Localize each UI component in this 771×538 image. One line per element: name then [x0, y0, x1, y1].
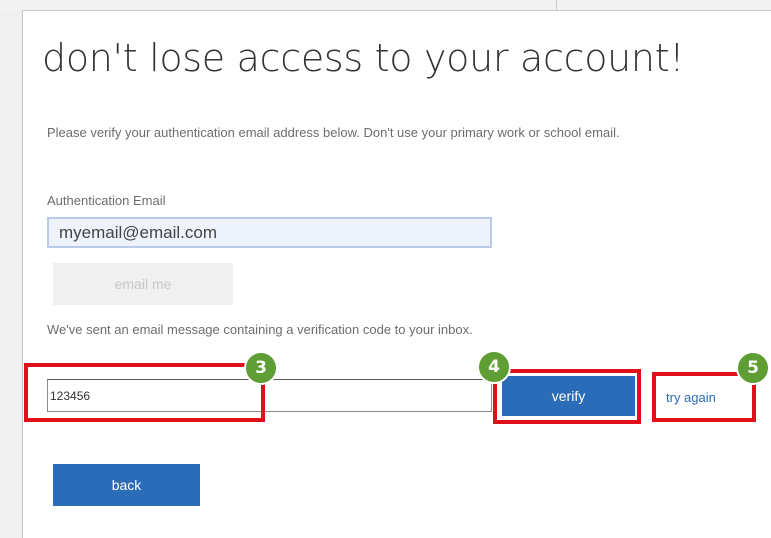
code-sent-message: We've sent an email message containing a… [47, 322, 473, 337]
dialog-description: Please verify your authentication email … [47, 125, 620, 140]
auth-email-label: Authentication Email [47, 193, 166, 208]
step-4-badge: 4 [477, 350, 511, 384]
email-me-button[interactable]: email me [53, 263, 233, 305]
dialog-title: don't lose access to your account! [42, 36, 685, 80]
background-page-top [0, 0, 771, 10]
try-again-link[interactable]: try again [666, 390, 716, 405]
background-divider [556, 0, 557, 10]
verify-button[interactable]: verify [502, 376, 635, 416]
auth-email-input[interactable] [47, 217, 492, 248]
back-button[interactable]: back [53, 464, 200, 506]
step-5-badge: 5 [736, 351, 770, 385]
background-page-left [0, 10, 22, 538]
verification-code-input[interactable] [47, 379, 492, 412]
step-3-badge: 3 [244, 351, 278, 385]
